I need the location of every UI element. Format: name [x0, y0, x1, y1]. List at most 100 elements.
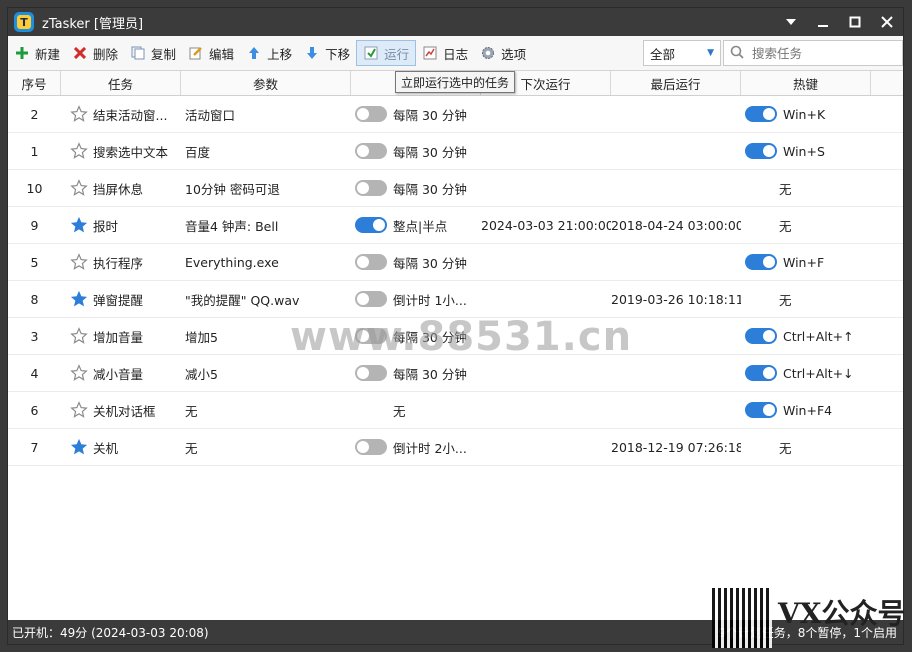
cell-hotkey: Win+F: [741, 254, 891, 270]
hotkey-toggle[interactable]: [745, 106, 777, 122]
log-label: 日志: [443, 46, 469, 62]
cell-hotkey: Win+F4: [741, 402, 891, 418]
hotkey-text: Win+F4: [783, 402, 833, 418]
task-name: 增加音量: [93, 329, 144, 345]
filter-select[interactable]: 全部 ▼: [643, 40, 721, 66]
minimize-icon[interactable]: [807, 8, 839, 36]
star-outline-icon[interactable]: [69, 104, 89, 124]
enable-toggle[interactable]: [355, 143, 387, 159]
toolbar: 新建 删除 复制 编辑 上移 下移 运行 日志 选项 全部 ▼ 搜索任务: [8, 36, 903, 71]
window-title: zTasker [管理员]: [42, 16, 144, 32]
delete-button[interactable]: 删除: [66, 40, 124, 66]
move-up-button[interactable]: 上移: [240, 40, 298, 66]
hotkey-text: 无: [779, 440, 792, 456]
enable-toggle[interactable]: [355, 439, 387, 455]
delete-x-icon: [72, 45, 88, 61]
enable-toggle[interactable]: [355, 328, 387, 344]
run-tooltip: 立即运行选中的任务: [395, 71, 516, 93]
enable-toggle[interactable]: [355, 254, 387, 270]
table-row[interactable]: 1 搜索选中文本 百度 每隔 30 分钟 Win+S: [8, 133, 903, 170]
col-last[interactable]: 最后运行: [611, 71, 741, 95]
cell-schedule: 无: [351, 401, 481, 420]
delete-label: 删除: [93, 46, 119, 62]
arrow-down-icon: [304, 45, 320, 61]
hotkey-toggle[interactable]: [745, 143, 777, 159]
cell-param: 减小5: [185, 366, 218, 382]
close-icon[interactable]: [871, 8, 903, 36]
task-name: 关机: [93, 440, 119, 456]
search-icon: [730, 45, 744, 62]
new-button[interactable]: 新建: [8, 40, 66, 66]
enable-toggle[interactable]: [355, 217, 387, 233]
table-row[interactable]: 4 减小音量 减小5 每隔 30 分钟 Ctrl+Alt+↓: [8, 355, 903, 392]
edit-button[interactable]: 编辑: [182, 40, 240, 66]
task-name: 弹窗提醒: [93, 292, 144, 308]
hotkey-text: 无: [779, 292, 792, 308]
task-name: 关机对话框: [93, 403, 156, 419]
search-input[interactable]: [750, 44, 894, 62]
schedule-text: 整点|半点: [393, 218, 448, 234]
hotkey-toggle[interactable]: [745, 328, 777, 344]
schedule-text: 每隔 30 分钟: [393, 144, 467, 160]
menu-dropdown-icon[interactable]: [775, 8, 807, 36]
star-filled-icon[interactable]: [69, 289, 89, 309]
summary-text: 9个计划任务，8个暂停，1个启用: [718, 625, 897, 640]
options-button[interactable]: 选项: [474, 40, 532, 66]
app-logo-icon: T: [14, 12, 34, 32]
cell-no: 3: [30, 328, 39, 344]
star-outline-icon[interactable]: [69, 400, 89, 420]
table-row[interactable]: 2 结束活动窗... 活动窗口 每隔 30 分钟 Win+K: [8, 96, 903, 133]
cell-last-run: 2019-03-26 10:18:11: [611, 291, 741, 307]
cell-next-run: 2024-03-03 21:00:00: [481, 217, 611, 233]
copy-button[interactable]: 复制: [124, 40, 182, 66]
cell-no: 9: [30, 217, 39, 233]
cell-hotkey: 无: [741, 290, 891, 309]
cell-hotkey: 无: [741, 438, 891, 457]
table-row[interactable]: 5 执行程序 Everything.exe 每隔 30 分钟 Win+F: [8, 244, 903, 281]
hotkey-toggle[interactable]: [745, 402, 777, 418]
hotkey-toggle[interactable]: [745, 365, 777, 381]
cell-last-run: 2018-04-24 03:00:00: [611, 217, 741, 233]
table-row[interactable]: 7 关机 无 倒计时 2小... 2018-12-19 07:26:18 无: [8, 429, 903, 466]
table-row[interactable]: 10 挡屏休息 10分钟 密码可退 每隔 30 分钟 无: [8, 170, 903, 207]
edit-icon: [188, 45, 204, 61]
enable-toggle[interactable]: [355, 180, 387, 196]
cell-schedule: 每隔 30 分钟: [351, 327, 481, 346]
table-row[interactable]: 3 增加音量 增加5 每隔 30 分钟 Ctrl+Alt+↑: [8, 318, 903, 355]
enable-toggle[interactable]: [355, 291, 387, 307]
star-outline-icon[interactable]: [69, 141, 89, 161]
copy-icon: [130, 45, 146, 61]
run-icon: [363, 45, 379, 61]
cell-schedule: 每隔 30 分钟: [351, 179, 481, 198]
enable-toggle[interactable]: [355, 106, 387, 122]
star-outline-icon[interactable]: [69, 363, 89, 383]
hotkey-text: Ctrl+Alt+↑: [783, 328, 854, 344]
table-row[interactable]: 8 弹窗提醒 "我的提醒" QQ.wav 倒计时 1小... 2019-03-2…: [8, 281, 903, 318]
search-box[interactable]: [723, 40, 903, 66]
hotkey-text: 无: [779, 218, 792, 234]
star-outline-icon[interactable]: [69, 326, 89, 346]
hotkey-toggle[interactable]: [745, 254, 777, 270]
cell-task: 减小音量: [61, 363, 181, 383]
schedule-text: 每隔 30 分钟: [393, 107, 467, 123]
star-filled-icon[interactable]: [69, 437, 89, 457]
table-row[interactable]: 9 报时 音量4 钟声: Bell 整点|半点 2024-03-03 21:00…: [8, 207, 903, 244]
chevron-down-icon: ▼: [707, 48, 714, 58]
col-no[interactable]: 序号: [8, 71, 61, 95]
cell-param: 10分钟 密码可退: [185, 181, 280, 197]
log-button[interactable]: 日志: [416, 40, 474, 66]
col-param[interactable]: 参数: [181, 71, 351, 95]
col-hotkey[interactable]: 热键: [741, 71, 871, 95]
cell-task: 增加音量: [61, 326, 181, 346]
move-down-button[interactable]: 下移: [298, 40, 356, 66]
star-outline-icon[interactable]: [69, 178, 89, 198]
table-row[interactable]: 6 关机对话框 无 无 Win+F4: [8, 392, 903, 429]
star-outline-icon[interactable]: [69, 252, 89, 272]
star-filled-icon[interactable]: [69, 215, 89, 235]
col-task[interactable]: 任务: [61, 71, 181, 95]
run-button[interactable]: 运行: [356, 40, 417, 66]
schedule-text: 每隔 30 分钟: [393, 366, 467, 382]
enable-toggle[interactable]: [355, 365, 387, 381]
cell-schedule: 每隔 30 分钟: [351, 142, 481, 161]
maximize-icon[interactable]: [839, 8, 871, 36]
